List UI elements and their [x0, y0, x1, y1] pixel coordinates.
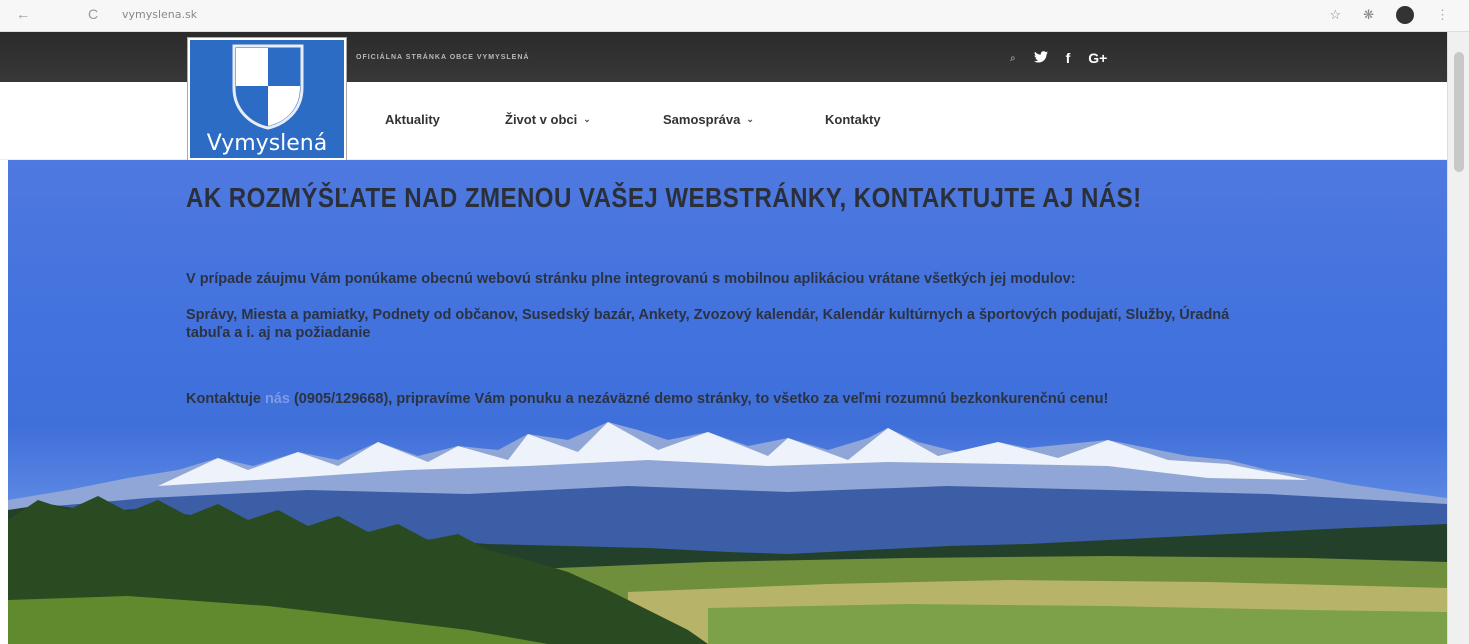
twitter-icon[interactable] — [1033, 50, 1048, 66]
site-slogan: OFICIÁLNA STRÁNKA OBCE VYMYSLENÁ — [356, 54, 530, 61]
scrollbar-thumb[interactable] — [1454, 52, 1464, 172]
coat-of-arms-icon — [232, 44, 304, 130]
address-bar[interactable]: vymyslena.sk — [122, 8, 197, 21]
nav-item-label: Život v obci — [505, 112, 578, 127]
hero-paragraph-modules: Správy, Miesta a pamiatky, Podnety od ob… — [186, 307, 1230, 341]
social-links: ⌕ f G+ — [1010, 50, 1107, 66]
reload-icon[interactable]: C — [84, 6, 102, 22]
contact-link[interactable]: nás — [265, 391, 290, 407]
extension-icon[interactable]: ❋ — [1363, 7, 1374, 23]
contact-text-after: (0905/129668), pripravíme Vám ponuku a n… — [289, 391, 1109, 407]
nav-item-label: Kontakty — [825, 112, 881, 127]
hero-banner: AK ROZMÝŠĽATE NAD ZMENOU VAŠEJ WEBSTRÁNK… — [8, 160, 1447, 644]
nav-item-label: Aktuality — [385, 112, 440, 127]
nav-item-label: Samospráva — [663, 112, 741, 127]
back-arrow-icon[interactable]: ← — [14, 6, 32, 22]
browser-menu-icon[interactable]: ⋮ — [1436, 7, 1449, 23]
page-scrollbar[interactable] — [1447, 32, 1469, 644]
nav-item-samosprava[interactable]: Samospráva ⌄ — [663, 112, 754, 127]
nav-item-zivot-v-obci[interactable]: Život v obci ⌄ — [505, 112, 591, 127]
logo-text: Vymyslená — [206, 131, 328, 156]
search-icon[interactable]: ⌕ — [1010, 53, 1016, 64]
browser-toolbar: ← C vymyslena.sk ☆ ❋ ⋮ — [0, 0, 1469, 32]
browser-actions: ☆ ❋ ⋮ — [1329, 6, 1449, 24]
google-plus-icon[interactable]: G+ — [1088, 50, 1107, 66]
site-logo[interactable]: Vymyslená — [188, 38, 346, 160]
chevron-down-icon: ⌄ — [583, 114, 591, 124]
nav-item-kontakty[interactable]: Kontakty — [825, 112, 881, 127]
hero-title: AK ROZMÝŠĽATE NAD ZMENOU VAŠEJ WEBSTRÁNK… — [186, 182, 1142, 213]
facebook-icon[interactable]: f — [1066, 50, 1071, 66]
profile-avatar[interactable] — [1396, 6, 1414, 24]
chevron-down-icon: ⌄ — [746, 114, 754, 124]
hero-paragraph-contact: Kontaktuje nás (0905/129668), pripravíme… — [186, 390, 1236, 408]
nav-item-aktuality[interactable]: Aktuality — [385, 112, 440, 127]
bookmark-star-icon[interactable]: ☆ — [1329, 7, 1341, 23]
contact-text-before: Kontaktuje — [186, 391, 265, 407]
hero-paragraph-offer: V prípade záujmu Vám ponúkame obecnú web… — [186, 271, 1076, 287]
